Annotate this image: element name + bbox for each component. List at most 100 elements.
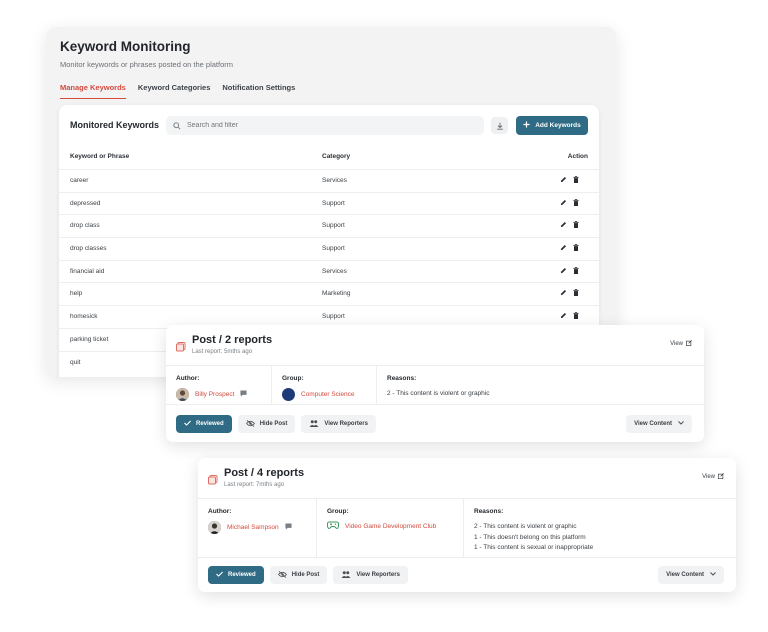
keyword-cell: parking ticket	[70, 335, 109, 343]
author-label: Author:	[208, 508, 232, 515]
view-reporters-button[interactable]: View Reporters	[333, 566, 408, 584]
author-value: Michael Sampson	[208, 521, 292, 534]
category-cell: Services	[322, 177, 347, 184]
search-box[interactable]	[166, 116, 484, 135]
message-icon[interactable]	[285, 523, 292, 532]
col-keyword-header: Keyword or Phrase	[70, 153, 130, 160]
keyword-cell: drop classes	[70, 245, 107, 253]
search-input[interactable]	[187, 122, 467, 129]
trash-icon[interactable]	[573, 244, 579, 253]
report-title: Post / 4 reports	[224, 467, 305, 479]
edit-icon[interactable]	[560, 289, 567, 298]
view-reporters-button[interactable]: View Reporters	[301, 415, 376, 433]
tab-notification-settings[interactable]: Notification Settings	[222, 83, 295, 99]
author-column: Author: Michael Sampson	[198, 499, 316, 557]
view-label: View	[702, 474, 715, 480]
post-icon	[208, 472, 218, 490]
trash-icon[interactable]	[573, 198, 579, 208]
keyword-cell: quit	[70, 358, 81, 366]
table-row: career Services	[59, 169, 599, 192]
category-cell: Support	[322, 245, 345, 253]
author-label: Author:	[176, 375, 200, 382]
view-content-label: View Content	[634, 421, 672, 427]
reasons-label: Reasons:	[474, 508, 504, 515]
edit-icon[interactable]	[560, 176, 567, 185]
category-cell: Support	[322, 313, 345, 321]
group-label: Group:	[282, 375, 304, 382]
page-title: Keyword Monitoring	[60, 39, 191, 54]
last-report-time: Last report: 7mths ago	[224, 482, 285, 488]
reason-item: 2 - This content is violent or graphic	[474, 523, 577, 530]
view-link[interactable]: View	[702, 473, 724, 481]
trash-icon[interactable]	[573, 266, 579, 276]
tab-manage-keywords[interactable]: Manage Keywords	[60, 83, 126, 99]
table-row: drop class Support	[59, 214, 599, 237]
trash-icon[interactable]	[573, 176, 579, 185]
group-logo	[282, 388, 295, 401]
users-icon	[309, 419, 319, 429]
trash-icon[interactable]	[573, 289, 579, 298]
hide-post-button[interactable]: Hide Post	[237, 415, 296, 433]
group-column: Group: Video Game Development Club	[317, 499, 463, 557]
tab-keyword-categories[interactable]: Keyword Categories	[138, 83, 211, 99]
keyword-cell: depressed	[70, 199, 101, 207]
view-link[interactable]: View	[670, 340, 692, 348]
edit-icon[interactable]	[560, 267, 567, 276]
message-icon[interactable]	[240, 390, 247, 399]
table-row: financial aid Services	[59, 259, 599, 283]
report-actions: Reviewed Hide Post View Reporters	[208, 566, 408, 584]
trash-icon[interactable]	[573, 312, 579, 321]
eye-off-icon	[245, 419, 255, 429]
reasons-column: Reasons: 2 - This content is violent or …	[377, 366, 697, 404]
users-icon	[341, 570, 351, 580]
keyword-cell: homesick	[70, 313, 98, 321]
trash-icon[interactable]	[573, 221, 579, 230]
check-icon	[216, 571, 223, 579]
add-keywords-label: Add Keywords	[535, 122, 581, 129]
report-details: Author: Michael Sampson Group: Video Gam…	[198, 498, 736, 558]
edit-icon[interactable]	[560, 221, 567, 230]
table-row: depressed Support	[59, 191, 599, 215]
download-button[interactable]	[491, 117, 508, 134]
view-content-label: View Content	[666, 572, 704, 578]
keyword-cell: drop class	[70, 222, 100, 230]
col-action-header: Action	[567, 153, 588, 160]
reviewed-button[interactable]: Reviewed	[176, 415, 232, 433]
reasons-list: 2 - This content is violent or graphic 1…	[474, 522, 593, 554]
reviewed-button[interactable]: Reviewed	[208, 566, 264, 584]
last-report-time: Last report: 5mths ago	[192, 349, 253, 355]
group-link[interactable]: Computer Science	[301, 391, 354, 398]
external-link-icon	[718, 473, 724, 481]
view-content-dropdown[interactable]: View Content	[626, 415, 692, 433]
reviewed-label: Reviewed	[228, 572, 256, 578]
edit-icon[interactable]	[560, 312, 567, 321]
view-reporters-label: View Reporters	[324, 421, 368, 427]
avatar	[208, 521, 221, 534]
edit-icon[interactable]	[560, 199, 567, 208]
author-link[interactable]: Billy Prospect	[195, 391, 234, 398]
report-card: Post / 2 reports Last report: 5mths ago …	[166, 325, 704, 442]
view-reporters-label: View Reporters	[356, 572, 400, 578]
author-link[interactable]: Michael Sampson	[227, 524, 279, 531]
hide-post-button[interactable]: Hide Post	[269, 566, 328, 584]
chevron-down-icon	[710, 572, 716, 578]
page-subtitle: Monitor keywords or phrases posted on th…	[60, 60, 234, 69]
add-keywords-button[interactable]: Add Keywords	[516, 116, 588, 135]
card-title: Monitored Keywords	[70, 120, 160, 130]
group-link[interactable]: Video Game Development Club	[345, 523, 436, 530]
category-cell: Support	[322, 222, 345, 230]
report-title: Post / 2 reports	[192, 334, 273, 346]
group-value: Video Game Development Club	[326, 521, 436, 532]
report-actions: Reviewed Hide Post View Reporters	[176, 415, 376, 433]
reasons-list: 2 - This content is violent or graphic	[387, 389, 490, 400]
author-column: Author: Billy Prospect	[166, 366, 271, 404]
keyword-cell: financial aid	[70, 267, 105, 275]
post-icon	[176, 339, 186, 357]
table-row: help Marketing	[59, 282, 599, 305]
edit-icon[interactable]	[560, 244, 567, 253]
author-value: Billy Prospect	[176, 388, 247, 401]
search-icon	[173, 117, 181, 135]
view-content-dropdown[interactable]: View Content	[658, 566, 724, 584]
external-link-icon	[686, 340, 692, 348]
chevron-down-icon	[678, 421, 684, 427]
